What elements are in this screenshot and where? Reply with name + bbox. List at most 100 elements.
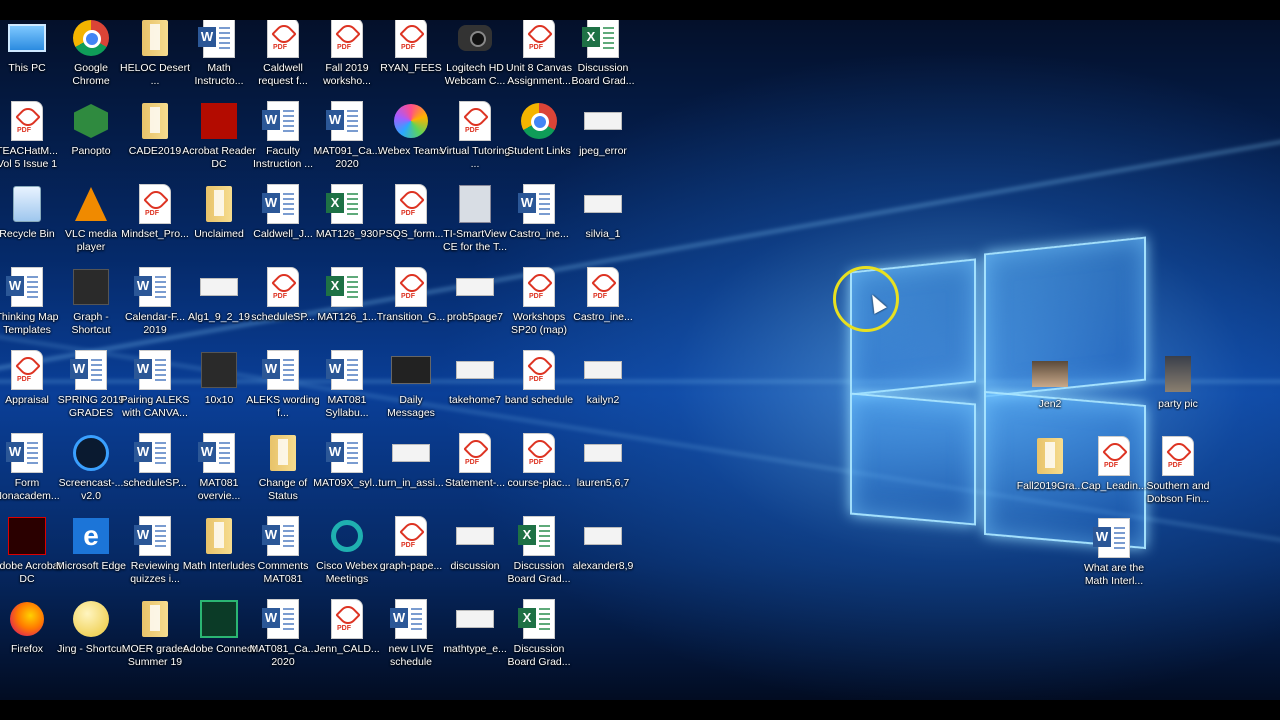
- desktop-icon[interactable]: Change of Status: [251, 433, 315, 503]
- desktop-icon[interactable]: Calendar-F... 2019: [123, 267, 187, 337]
- desktop-icon-label: Jen2: [1038, 398, 1062, 410]
- desktop-icon[interactable]: Student Links: [507, 101, 571, 158]
- desktop-icon-label: MAT09X_syl...: [313, 477, 381, 489]
- desktop-icon-label: Faculty Instruction ...: [252, 145, 314, 170]
- desktop-icon[interactable]: Adobe Connect: [183, 599, 255, 656]
- desktop-icon[interactable]: prob5page7: [443, 267, 507, 324]
- desktop-icon[interactable]: 10x10: [187, 350, 251, 407]
- desktop-icon[interactable]: scheduleSP...: [251, 267, 315, 324]
- desktop-icon[interactable]: MAT081 Syllabu...: [315, 350, 379, 420]
- desktop-icon[interactable]: Cisco Webex Meetings: [315, 516, 379, 586]
- pdf-file-icon: [391, 20, 431, 58]
- desktop-icon[interactable]: kailyn2: [571, 350, 635, 407]
- desktop-icon[interactable]: Jen2: [1018, 354, 1082, 411]
- desktop-icon[interactable]: Logitech HD Webcam C...: [443, 20, 507, 88]
- desktop-icon[interactable]: PSQS_form...: [379, 184, 443, 241]
- desktop-icon[interactable]: Math Instructo...: [187, 20, 251, 88]
- desktop-icon[interactable]: Southern and Dobson Fin...: [1146, 436, 1210, 506]
- desktop-icon[interactable]: new LIVE schedule: [379, 599, 443, 669]
- acrobat-reader-icon: [199, 101, 239, 141]
- desktop-icon[interactable]: Faculty Instruction ...: [251, 101, 315, 171]
- desktop-icon[interactable]: Firefox: [0, 599, 59, 656]
- desktop-icon[interactable]: This PC: [0, 20, 59, 75]
- desktop-icon[interactable]: Caldwell request f...: [251, 20, 315, 88]
- desktop-icon[interactable]: e Microsoft Edge: [56, 516, 126, 573]
- desktop-icon[interactable]: Castro_ine...: [507, 184, 571, 241]
- desktop-icon[interactable]: lauren5,6,7: [571, 433, 635, 490]
- desktop-icon[interactable]: MAT091_Ca... 2020: [314, 101, 380, 171]
- desktop-icon[interactable]: CADE2019: [123, 101, 187, 158]
- desktop-icon-label: 10x10: [204, 394, 234, 406]
- desktop-icon[interactable]: Jing - Shortcut: [57, 599, 125, 656]
- desktop-icon[interactable]: Unit 8 Canvas Assignment...: [506, 20, 572, 88]
- desktop-icon[interactable]: Fall 2019 worksho...: [315, 20, 379, 88]
- desktop-icon[interactable]: Reviewing quizzes i...: [123, 516, 187, 586]
- desktop[interactable]: This PC TEACHatM... Vol 5 Issue 1 Recycle …: [0, 20, 1280, 700]
- desktop-icon-label: Calendar-F... 2019: [124, 311, 186, 336]
- desktop-icon[interactable]: Adobe Acrobat DC: [0, 516, 61, 586]
- desktop-icon-label: Comments MAT081: [257, 560, 309, 585]
- desktop-icon[interactable]: Webex Teams: [378, 101, 444, 158]
- desktop-icon[interactable]: scheduleSP...: [123, 433, 187, 490]
- desktop-icon[interactable]: discussion: [443, 516, 507, 573]
- desktop-icon[interactable]: Discussion Board Grad...: [507, 599, 571, 669]
- desktop-icon[interactable]: Cap_Leadin...: [1081, 436, 1147, 493]
- desktop-icon[interactable]: mathtype_e...: [443, 599, 507, 656]
- desktop-icon[interactable]: Google Chrome: [59, 20, 123, 88]
- desktop-icon[interactable]: MAT126_1...: [315, 267, 379, 324]
- desktop-icon[interactable]: HELOC Desert ...: [120, 20, 190, 88]
- desktop-icon[interactable]: takehome7: [443, 350, 507, 407]
- desktop-icon[interactable]: band schedule: [505, 350, 573, 407]
- desktop-icon[interactable]: party pic: [1146, 354, 1210, 411]
- desktop-icon[interactable]: Jenn_CALD...: [314, 599, 380, 656]
- desktop-icon[interactable]: graph-pape...: [379, 516, 443, 573]
- desktop-icon[interactable]: alexander8,9: [571, 516, 635, 573]
- desktop-icon[interactable]: Workshops SP20 (map): [507, 267, 571, 337]
- desktop-icon[interactable]: Alg1_9_2_19: [187, 267, 251, 324]
- desktop-icon[interactable]: Unclaimed: [187, 184, 251, 241]
- desktop-icon[interactable]: silvia_1: [571, 184, 635, 241]
- desktop-icon[interactable]: Acrobat Reader DC: [182, 101, 256, 171]
- desktop-icon[interactable]: Fall2019Gra...: [1017, 436, 1083, 493]
- desktop-icon[interactable]: Castro_ine...: [571, 267, 635, 324]
- desktop-icon[interactable]: Discussion Board Grad...: [571, 20, 635, 88]
- edge-icon: e: [71, 516, 111, 556]
- desktop-icon[interactable]: Math Interludes: [183, 516, 255, 573]
- desktop-icon[interactable]: MAT09X_syl...: [313, 433, 381, 490]
- desktop-icon[interactable]: jpeg_error: [571, 101, 635, 158]
- desktop-icon[interactable]: Transition_G...: [377, 267, 445, 324]
- pdf-file-icon: [519, 350, 559, 390]
- desktop-icon[interactable]: Comments MAT081: [251, 516, 315, 586]
- desktop-icon[interactable]: Panopto: [59, 101, 123, 158]
- desktop-icon[interactable]: MAT126_930: [315, 184, 379, 241]
- desktop-icon[interactable]: MAT081_Ca... 2020: [250, 599, 316, 669]
- desktop-icon[interactable]: RYAN_FEES: [379, 20, 443, 75]
- desktop-icon[interactable]: Screencast-... v2.0: [59, 433, 123, 503]
- photo-icon: [1030, 354, 1070, 394]
- desktop-icon[interactable]: Recycle Bin: [0, 184, 59, 241]
- desktop-icon[interactable]: Virtual Tutoring ...: [440, 101, 510, 171]
- desktop-icon[interactable]: MOER grades Summer 19: [122, 599, 188, 669]
- pdf-file-icon: [263, 267, 303, 307]
- desktop-icon[interactable]: ALEKS wording f...: [246, 350, 320, 420]
- desktop-icon[interactable]: VLC media player: [59, 184, 123, 254]
- desktop-icon[interactable]: Caldwell_J...: [251, 184, 315, 241]
- desktop-icon[interactable]: Mindset_Pro...: [121, 184, 189, 241]
- desktop-icon[interactable]: SPRING 2019 GRADES: [58, 350, 124, 420]
- desktop-icon[interactable]: Graph - Shortcut: [59, 267, 123, 337]
- desktop-icon[interactable]: Statement-...: [443, 433, 507, 490]
- desktop-icon[interactable]: Discussion Board Grad...: [507, 516, 571, 586]
- desktop-icon[interactable]: course-plac...: [507, 433, 571, 490]
- desktop-icon[interactable]: Pairing ALEKS with CANVA...: [121, 350, 189, 420]
- desktop-icon[interactable]: Appraisal: [0, 350, 59, 407]
- desktop-icon[interactable]: Form Nonacadem...: [0, 433, 60, 503]
- desktop-icon-label: course-plac...: [507, 477, 571, 489]
- desktop-icon[interactable]: MAT081 overvie...: [187, 433, 251, 503]
- desktop-icon[interactable]: What are the Math Interl...: [1082, 518, 1146, 588]
- desktop-icon[interactable]: turn_in_assi...: [378, 433, 444, 490]
- image-file-icon: [455, 350, 495, 390]
- desktop-icon[interactable]: TEACHatM... Vol 5 Issue 1: [0, 101, 59, 171]
- desktop-icon[interactable]: Thinking Map Templates: [0, 267, 59, 337]
- desktop-icon[interactable]: TI-SmartView CE for the T...: [443, 184, 507, 254]
- desktop-icon[interactable]: Daily Messages: [379, 350, 443, 420]
